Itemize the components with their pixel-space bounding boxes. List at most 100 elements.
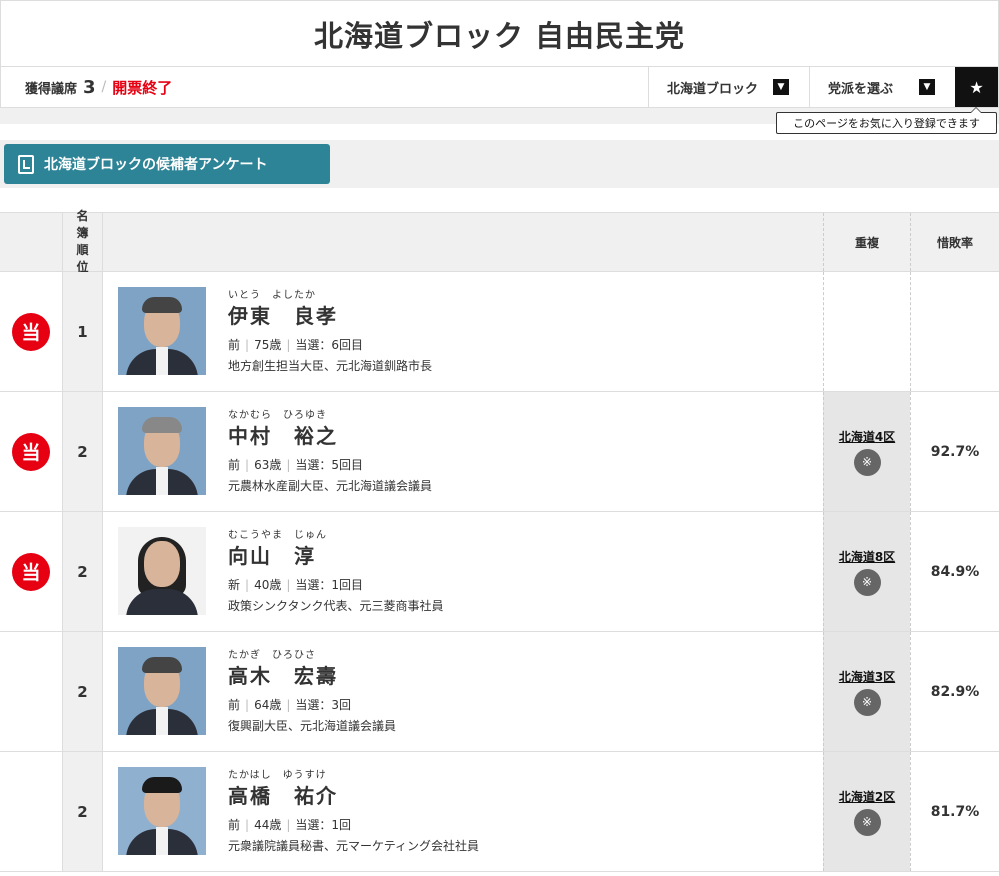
candidate-career: 元農林水産副大臣、元北海道議会議員 (228, 479, 433, 493)
candidate-name[interactable]: 伊東 良孝 (228, 300, 338, 329)
favorite-tooltip: このページをお気に入り登録できます (776, 107, 997, 134)
dup-cell (823, 272, 910, 391)
block-select-label: 北海道ブロック (667, 81, 759, 97)
candidate-column-header (103, 213, 823, 271)
note-icon[interactable]: ※ (853, 568, 881, 596)
candidate-career: 地方創生担当大臣、元北海道釧路市長 (228, 359, 433, 373)
seat-summary: 獲得議席 3 / 開票終了 (1, 67, 648, 107)
win-cell (0, 752, 62, 871)
dup-cell: 北海道8区 ※ (823, 512, 910, 631)
page-title: 北海道ブロック 自由民主党 (313, 18, 686, 53)
candidate-photo (118, 287, 206, 375)
candidate-career: 復興副大臣、元北海道議会議員 (228, 719, 397, 733)
candidate-photo (118, 767, 206, 855)
win-cell: 当 (0, 512, 62, 631)
chevron-down-icon: ▼ (919, 79, 935, 95)
seat-count: 3 (83, 76, 96, 98)
rank-cell: 1 (62, 272, 103, 391)
rate-cell: 82.9% (910, 632, 999, 751)
table-row[interactable]: 2 たかはし ゆうすけ 高橋 祐介 前 | 44歳 | 当選：1回 元衆議院議員秘書、元… (0, 752, 999, 872)
candidate-career: 政策シンクタンク代表、元三菱商事社員 (228, 599, 444, 613)
district-link[interactable]: 北海道2区 (839, 788, 895, 805)
table-row[interactable]: 当 1 いとう よしたか 伊東 良孝 前 | 75歳 | 当選：6回目 地方創生担当大臣… (0, 272, 999, 392)
survey-section: 北海道ブロックの候補者アンケート (0, 140, 999, 188)
win-column-header (0, 213, 62, 271)
dup-cell: 北海道2区 ※ (823, 752, 910, 871)
candidate-name[interactable]: 高木 宏壽 (228, 660, 338, 689)
table-row[interactable]: 当 2 むこうやま じゅん 向山 淳 新 | 40歳 | 当選：1回目 政策シンクタンク… (0, 512, 999, 632)
candidate-name[interactable]: 中村 裕之 (228, 420, 338, 449)
district-link[interactable]: 北海道3区 (839, 668, 895, 685)
candidate-meta: 前 | 64歳 | 当選：3回 (228, 698, 352, 712)
candidate-times: 当選：5回目 (295, 458, 364, 472)
candidate-times: 当選：1回目 (295, 578, 364, 592)
seat-divider: / (101, 79, 107, 95)
win-cell: 当 (0, 392, 62, 511)
candidate-kana: なかむら ひろゆき (228, 410, 327, 421)
win-badge: 当 (12, 432, 50, 471)
dup-cell: 北海道3区 ※ (823, 632, 910, 751)
candidate-status: 前 (228, 818, 241, 832)
candidate-meta: 前 | 63歳 | 当選：5回目 (228, 458, 364, 472)
candidate-name[interactable]: 向山 淳 (228, 540, 316, 569)
candidate-age: 75歳 (254, 338, 282, 352)
survey-button[interactable]: 北海道ブロックの候補者アンケート (4, 144, 330, 184)
candidate-cell: たかはし ゆうすけ 高橋 祐介 前 | 44歳 | 当選：1回 元衆議院議員秘書、元マー… (103, 752, 823, 871)
candidate-times: 当選：1回 (295, 818, 352, 832)
rank-cell: 2 (62, 632, 103, 751)
candidate-table: 名簿順位 重複 惜敗率 当 1 いとう よしたか 伊東 良孝 前 | 75歳 | 当選：… (0, 209, 999, 872)
rate-cell (910, 272, 999, 391)
candidate-career: 元衆議院議員秘書、元マーケティング会社社員 (228, 839, 480, 853)
table-row[interactable]: 2 たかぎ ひろひさ 高木 宏壽 前 | 64歳 | 当選：3回 復興副大臣、元北海道議… (0, 632, 999, 752)
note-icon[interactable]: ※ (853, 448, 881, 476)
district-link[interactable]: 北海道8区 (839, 548, 895, 565)
page-header: 北海道ブロック 自由民主党 (0, 0, 999, 66)
candidate-kana: たかぎ ひろひさ (228, 650, 316, 661)
table-row[interactable]: 当 2 なかむら ひろゆき 中村 裕之 前 | 63歳 | 当選：5回目 元農林水産副大… (0, 392, 999, 512)
rate-column-header: 惜敗率 (910, 213, 999, 271)
candidate-cell: たかぎ ひろひさ 高木 宏壽 前 | 64歳 | 当選：3回 復興副大臣、元北海道議会議… (103, 632, 823, 751)
survey-label: 北海道ブロックの候補者アンケート (44, 157, 268, 173)
seat-label: 獲得議席 (25, 81, 78, 97)
candidate-age: 40歳 (254, 578, 282, 592)
candidate-cell: むこうやま じゅん 向山 淳 新 | 40歳 | 当選：1回目 政策シンクタンク代表、元… (103, 512, 823, 631)
district-link[interactable]: 北海道4区 (839, 428, 895, 445)
info-bar: 獲得議席 3 / 開票終了 北海道ブロック ▼ 党派を選ぶ ▼ ★ (0, 66, 999, 108)
candidate-kana: いとう よしたか (228, 290, 316, 301)
star-icon: ★ (969, 77, 984, 97)
candidate-status: 新 (228, 578, 241, 592)
candidate-photo (118, 527, 206, 615)
candidate-meta: 新 | 40歳 | 当選：1回目 (228, 578, 364, 592)
candidate-photo (118, 407, 206, 495)
rate-cell: 92.7% (910, 392, 999, 511)
party-select[interactable]: 党派を選ぶ ▼ (809, 67, 955, 107)
candidate-age: 63歳 (254, 458, 282, 472)
candidate-status: 前 (228, 458, 241, 472)
candidate-kana: たかはし ゆうすけ (228, 770, 327, 781)
candidate-cell: いとう よしたか 伊東 良孝 前 | 75歳 | 当選：6回目 地方創生担当大臣、元北海… (103, 272, 823, 391)
rank-cell: 2 (62, 752, 103, 871)
rank-cell: 2 (62, 512, 103, 631)
candidate-kana: むこうやま じゅん (228, 530, 327, 541)
candidate-photo (118, 647, 206, 735)
note-icon[interactable]: ※ (853, 688, 881, 716)
favorite-button[interactable]: ★ (955, 67, 998, 107)
candidate-status: 前 (228, 698, 241, 712)
party-select-label: 党派を選ぶ (828, 81, 894, 97)
candidate-name[interactable]: 高橋 祐介 (228, 780, 338, 809)
count-status: 開票終了 (112, 78, 173, 97)
win-badge: 当 (12, 552, 50, 591)
candidate-times: 当選：6回目 (295, 338, 364, 352)
candidate-times: 当選：3回 (295, 698, 352, 712)
candidate-age: 64歳 (254, 698, 282, 712)
win-cell (0, 632, 62, 751)
rate-cell: 84.9% (910, 512, 999, 631)
win-badge: 当 (12, 312, 50, 351)
rank-column-header: 名簿順位 (62, 209, 103, 274)
chevron-down-icon: ▼ (773, 79, 789, 95)
candidate-status: 前 (228, 338, 241, 352)
table-header: 名簿順位 重複 惜敗率 (0, 209, 999, 274)
candidate-meta: 前 | 44歳 | 当選：1回 (228, 818, 352, 832)
block-select[interactable]: 北海道ブロック ▼ (648, 67, 809, 107)
note-icon[interactable]: ※ (853, 808, 881, 836)
